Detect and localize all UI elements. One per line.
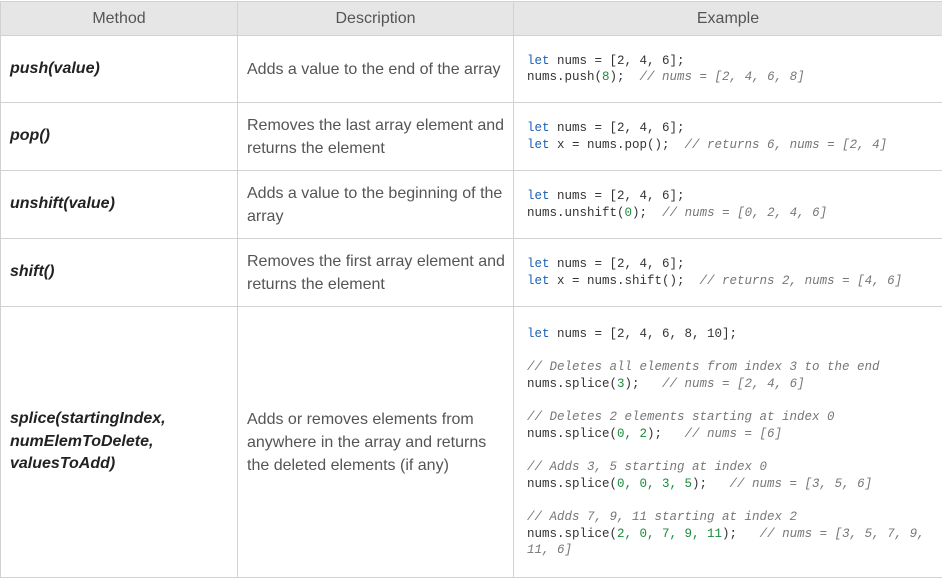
code-comment: // nums = [6] (685, 427, 783, 441)
code-line: let nums = [2, 4, 6]; (527, 53, 938, 70)
code-text: ); (610, 70, 640, 84)
code-line: let x = nums.shift(); // returns 2, nums… (527, 273, 938, 290)
method-cell: splice(startingIndex, numElemToDelete, v… (1, 307, 238, 578)
code-keyword: let (527, 274, 550, 288)
description-cell: Removes the last array element and retur… (238, 103, 514, 171)
code-line: let nums = [2, 4, 6]; (527, 120, 938, 137)
code-number: 2, 0, 7, 9, 11 (617, 527, 722, 541)
code-keyword: let (527, 54, 550, 68)
code-comment: // nums = [3, 5, 6] (730, 477, 873, 491)
code-line: nums.unshift(0); // nums = [0, 2, 4, 6] (527, 205, 938, 222)
code-blank-line (527, 392, 938, 409)
example-cell: let nums = [2, 4, 6, 8, 10]; // Deletes a… (514, 307, 942, 578)
code-keyword: let (527, 138, 550, 152)
code-example: let nums = [2, 4, 6, 8, 10]; // Deletes a… (527, 326, 938, 559)
table-row: pop() Removes the last array element and… (1, 103, 942, 171)
code-comment: // Adds 3, 5 starting at index 0 (527, 460, 767, 474)
code-text: x = nums.shift(); (550, 274, 700, 288)
code-line: let x = nums.pop(); // returns 6, nums =… (527, 137, 938, 154)
code-blank-line (527, 342, 938, 359)
header-row: Method Description Example (1, 2, 942, 36)
code-line: // Adds 3, 5 starting at index 0 (527, 459, 938, 476)
code-line: // Adds 7, 9, 11 starting at index 2 (527, 509, 938, 526)
code-number: 0, 2 (617, 427, 647, 441)
code-number: 8 (602, 70, 610, 84)
code-line: let nums = [2, 4, 6]; (527, 256, 938, 273)
code-number: 3 (617, 377, 625, 391)
code-text: nums.splice( (527, 527, 617, 541)
code-text: ); (625, 377, 663, 391)
code-example: let nums = [2, 4, 6];nums.push(8); // nu… (527, 53, 938, 86)
code-text: nums.splice( (527, 377, 617, 391)
code-text: nums = [2, 4, 6]; (550, 257, 685, 271)
code-comment: // Deletes 2 elements starting at index … (527, 410, 835, 424)
example-cell: let nums = [2, 4, 6];nums.unshift(0); //… (514, 171, 942, 239)
code-text: nums.splice( (527, 477, 617, 491)
array-methods-table: Method Description Example push(value) A… (0, 1, 942, 578)
header-method: Method (1, 2, 238, 36)
table-row: splice(startingIndex, numElemToDelete, v… (1, 307, 942, 578)
code-line: let nums = [2, 4, 6]; (527, 188, 938, 205)
code-line: nums.splice(3); // nums = [2, 4, 6] (527, 376, 938, 393)
method-cell: shift() (1, 239, 238, 307)
example-cell: let nums = [2, 4, 6];nums.push(8); // nu… (514, 36, 942, 103)
code-line: nums.splice(0, 2); // nums = [6] (527, 426, 938, 443)
code-number: 0, 0, 3, 5 (617, 477, 692, 491)
description-cell: Removes the first array element and retu… (238, 239, 514, 307)
code-text: nums = [2, 4, 6, 8, 10]; (550, 327, 738, 341)
table-row: shift() Removes the first array element … (1, 239, 942, 307)
code-line: // Deletes 2 elements starting at index … (527, 409, 938, 426)
code-comment: // returns 6, nums = [2, 4] (685, 138, 888, 152)
code-text: nums = [2, 4, 6]; (550, 54, 685, 68)
code-keyword: let (527, 257, 550, 271)
code-text: ); (692, 477, 730, 491)
code-comment: // nums = [2, 4, 6, 8] (640, 70, 805, 84)
code-example: let nums = [2, 4, 6];let x = nums.shift(… (527, 256, 938, 289)
example-cell: let nums = [2, 4, 6];let x = nums.pop();… (514, 103, 942, 171)
code-keyword: let (527, 327, 550, 341)
code-text: x = nums.pop(); (550, 138, 685, 152)
code-comment: // returns 2, nums = [4, 6] (700, 274, 903, 288)
code-example: let nums = [2, 4, 6];let x = nums.pop();… (527, 120, 938, 153)
code-text: nums.splice( (527, 427, 617, 441)
table-row: unshift(value) Adds a value to the begin… (1, 171, 942, 239)
description-cell: Adds a value to the end of the array (238, 36, 514, 103)
code-blank-line (527, 442, 938, 459)
method-cell: push(value) (1, 36, 238, 103)
code-line: nums.splice(0, 0, 3, 5); // nums = [3, 5… (527, 476, 938, 493)
header-description: Description (238, 2, 514, 36)
method-cell: unshift(value) (1, 171, 238, 239)
code-text: ); (632, 206, 662, 220)
code-blank-line (527, 492, 938, 509)
code-keyword: let (527, 121, 550, 135)
code-comment: // nums = [0, 2, 4, 6] (662, 206, 827, 220)
code-number: 0 (625, 206, 633, 220)
code-comment: // nums = [2, 4, 6] (662, 377, 805, 391)
code-line: nums.push(8); // nums = [2, 4, 6, 8] (527, 69, 938, 86)
code-comment: // Adds 7, 9, 11 starting at index 2 (527, 510, 797, 524)
code-text: ); (647, 427, 685, 441)
code-line: // Deletes all elements from index 3 to … (527, 359, 938, 376)
header-example: Example (514, 2, 942, 36)
table-row: push(value) Adds a value to the end of t… (1, 36, 942, 103)
description-cell: Adds or removes elements from anywhere i… (238, 307, 514, 578)
code-text: nums = [2, 4, 6]; (550, 189, 685, 203)
code-comment: // Deletes all elements from index 3 to … (527, 360, 880, 374)
code-text: ); (722, 527, 760, 541)
code-text: nums.unshift( (527, 206, 625, 220)
code-line: nums.splice(2, 0, 7, 9, 11); // nums = [… (527, 526, 938, 559)
code-keyword: let (527, 189, 550, 203)
code-text: nums = [2, 4, 6]; (550, 121, 685, 135)
method-cell: pop() (1, 103, 238, 171)
code-text: nums.push( (527, 70, 602, 84)
code-example: let nums = [2, 4, 6];nums.unshift(0); //… (527, 188, 938, 221)
description-cell: Adds a value to the beginning of the arr… (238, 171, 514, 239)
code-line: let nums = [2, 4, 6, 8, 10]; (527, 326, 938, 343)
example-cell: let nums = [2, 4, 6];let x = nums.shift(… (514, 239, 942, 307)
